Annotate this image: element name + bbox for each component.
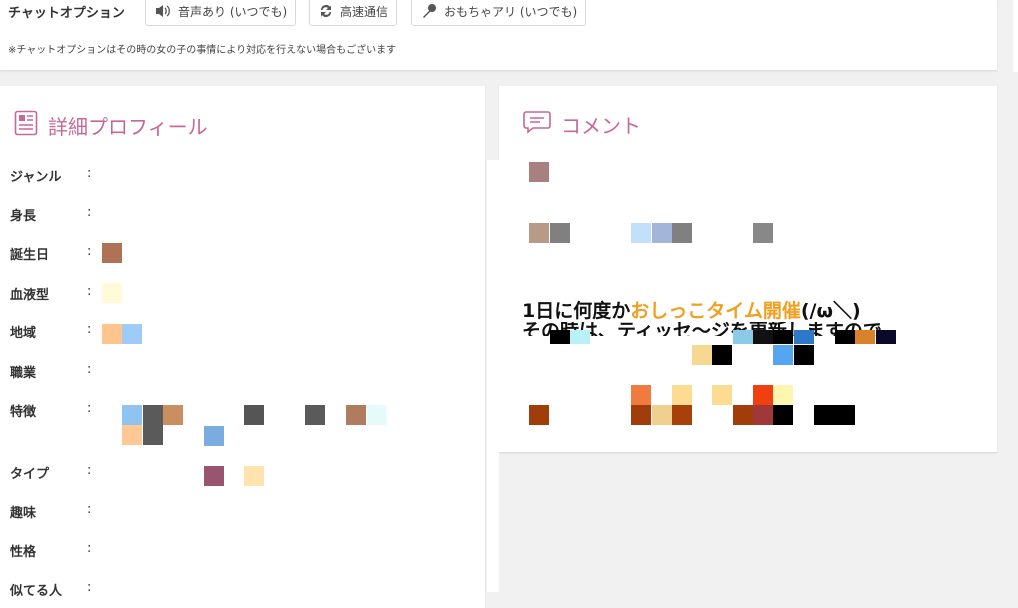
option-fast-button[interactable]: 高速通信	[309, 0, 398, 26]
profile-label-personality: 性格	[10, 545, 37, 560]
profile-label-genre: ジャンル	[10, 170, 62, 185]
comment-bubble-icon	[523, 110, 551, 139]
comment-title: コメント	[523, 110, 641, 139]
profile-colon: :	[87, 580, 92, 595]
profile-label-hobby: 趣味	[10, 506, 37, 521]
option-toy-button[interactable]: おもちゃアリ (いつでも)	[411, 0, 587, 26]
profile-document-icon	[14, 110, 38, 141]
profile-title: 詳細プロフィール	[14, 110, 208, 141]
profile-colon: :	[87, 205, 92, 220]
profile-colon: :	[87, 244, 92, 259]
profile-label-height: 身長	[10, 209, 37, 224]
speaker-icon	[154, 3, 172, 19]
profile-label-blood-type: 血液型	[10, 288, 50, 303]
option-voice-label: 音声あり (いつでも)	[178, 4, 288, 19]
option-toy-label: おもちゃアリ (いつでも)	[444, 4, 578, 19]
profile-label-lookalike: 似てる人	[10, 584, 63, 599]
profile-label-birthday: 誕生日	[10, 248, 50, 263]
profile-colon: :	[87, 284, 92, 299]
option-voice-button[interactable]: 音声あり (いつでも)	[145, 0, 297, 26]
chat-options-panel: チャットオプション 音声あり (いつでも) 高速通信 おもちゃアリ (いつでも)…	[0, 0, 997, 70]
divider-band	[487, 160, 499, 592]
profile-colon: :	[87, 401, 92, 416]
profile-label-type: タイプ	[10, 467, 50, 482]
profile-label-features: 特徴	[10, 405, 37, 420]
profile-label-region: 地域	[10, 326, 37, 341]
profile-colon: :	[87, 541, 92, 556]
profile-card: 詳細プロフィール	[0, 86, 485, 608]
profile-label-occupation: 職業	[10, 366, 37, 381]
chat-options-note: ※チャットオプションはその時の女の子の事情により対応を行えない場合もございます	[8, 45, 397, 56]
microphone-icon	[420, 2, 438, 20]
profile-colon: :	[87, 166, 92, 181]
comment-text-post: (/ω＼)	[800, 300, 861, 322]
chat-options-title: チャットオプション	[8, 6, 125, 21]
comment-line-1: 1日に何度かおしっこタイム開催(/ω＼)	[522, 296, 861, 323]
profile-colon: :	[87, 463, 92, 478]
profile-title-text: 詳細プロフィール	[48, 115, 208, 139]
profile-colon: :	[87, 502, 92, 517]
comment-text-pre: 1日に何度か	[522, 300, 631, 322]
option-fast-label: 高速通信	[340, 4, 389, 19]
comment-text-highlight: おしっこタイム開催	[630, 300, 801, 322]
profile-colon: :	[87, 322, 92, 337]
profile-colon: :	[87, 362, 92, 377]
comment-card: コメント	[499, 86, 997, 452]
refresh-icon	[318, 3, 334, 19]
comment-title-text: コメント	[561, 114, 641, 138]
right-edge-strip	[1013, 0, 1018, 72]
